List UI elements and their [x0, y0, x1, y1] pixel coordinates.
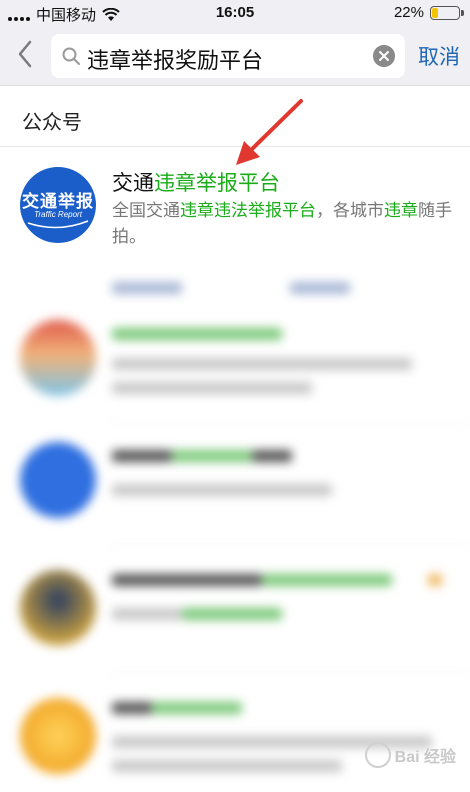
blurred-line [112, 358, 412, 370]
avatar-swoosh [27, 220, 89, 229]
blurred-separator [110, 544, 470, 545]
avatar-subtitle: Traffic Report [34, 210, 82, 219]
blurred-item [0, 302, 470, 417]
account-avatar[interactable]: 交通举报 Traffic Report [20, 167, 96, 243]
status-bar: 中国移动 16:05 22% [0, 0, 470, 26]
blurred-avatar [20, 570, 96, 646]
watermark-text: Bai 经验 [394, 749, 456, 766]
blurred-avatar [20, 320, 96, 396]
blurred-separator [110, 672, 470, 673]
result-item[interactable]: 交通举报 Traffic Report 交通违章举报平台 全国交通违章违法举报平… [0, 147, 470, 262]
battery-icon [430, 5, 464, 20]
desc-highlight: 违章 [384, 201, 418, 220]
blurred-item [0, 424, 470, 539]
section-title: 公众号 [22, 112, 82, 134]
battery-fill [432, 7, 438, 18]
blurred-badge [428, 574, 442, 586]
cancel-button[interactable]: 取消 [418, 41, 460, 71]
battery-percent: 22% [393, 4, 424, 21]
blurred-line [182, 608, 282, 620]
blurred-tab [112, 282, 182, 294]
desc-text: ，各城市 [316, 201, 384, 220]
blurred-line [112, 608, 182, 620]
back-chevron-icon[interactable] [12, 38, 38, 70]
desc-text: 全国交通 [112, 201, 180, 220]
account-name[interactable]: 交通违章举报平台 [112, 167, 280, 197]
blurred-line [112, 574, 262, 586]
blurred-tab [290, 282, 350, 294]
blurred-line [252, 450, 292, 462]
blurred-separator [110, 422, 470, 423]
paw-icon [364, 742, 391, 768]
clear-icon[interactable] [373, 45, 395, 67]
blurred-line [112, 382, 312, 394]
blurred-line [112, 328, 282, 340]
blurred-line [262, 574, 392, 586]
blurred-line [112, 702, 152, 714]
search-icon [62, 47, 80, 65]
blurred-results [0, 262, 470, 792]
blurred-item [0, 680, 470, 792]
watermark: Bai 经验 [364, 742, 456, 768]
status-right: 22% [393, 4, 464, 21]
blurred-item [0, 552, 470, 667]
blurred-line [112, 450, 172, 462]
blurred-line [152, 702, 242, 714]
search-query[interactable]: 违章举报奖励平台 [87, 43, 263, 75]
blurred-line [112, 760, 342, 772]
account-name-prefix: 交通 [112, 172, 154, 195]
blurred-line [172, 450, 252, 462]
search-input[interactable]: 违章举报奖励平台 [51, 34, 405, 78]
blurred-line [112, 484, 332, 496]
blurred-avatar [20, 442, 96, 518]
blurred-avatar [20, 698, 96, 774]
desc-highlight: 违章违法举报平台 [180, 201, 316, 220]
avatar-title: 交通举报 [22, 192, 94, 211]
account-description: 全国交通违章违法举报平台，各城市违章随手拍。 [112, 198, 452, 250]
account-name-highlight: 违章举报平台 [154, 172, 280, 195]
search-header: 违章举报奖励平台 取消 [0, 26, 470, 86]
